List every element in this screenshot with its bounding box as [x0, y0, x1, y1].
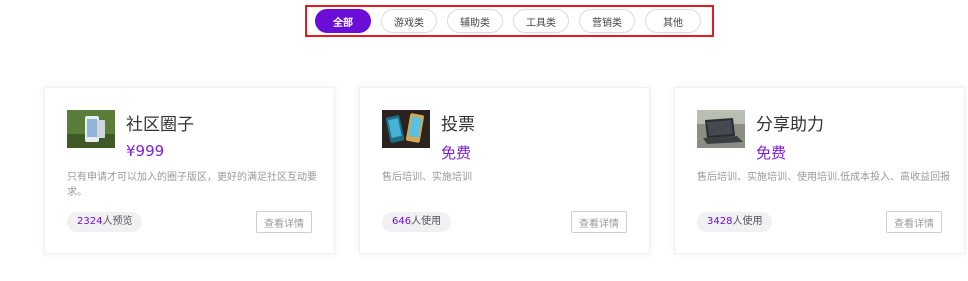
- card-title: 分享助力: [756, 115, 824, 135]
- card-price: ¥999: [126, 142, 165, 160]
- usage-suffix: 人预览: [102, 216, 133, 227]
- view-details-button[interactable]: 查看详情: [571, 211, 627, 233]
- usage-count: 646: [392, 216, 412, 227]
- thumbnail-image: [67, 110, 115, 148]
- usage-badge: 3428人使用: [697, 212, 773, 232]
- tab-marketing[interactable]: 营销类: [579, 9, 635, 33]
- usage-badge: 646人使用: [382, 212, 452, 232]
- tab-all[interactable]: 全部: [315, 9, 371, 33]
- usage-badge: 2324人预览: [67, 212, 143, 232]
- plugin-card-vote: 投票 免费 售后培训、实施培训 646人使用 查看详情: [359, 87, 650, 254]
- plugin-card-community: 社区圈子 ¥999 只有申请才可以加入的圈子版区，更好的满足社区互动要求。 23…: [44, 87, 335, 254]
- tab-other[interactable]: 其他: [645, 9, 701, 33]
- tab-assist[interactable]: 辅助类: [447, 9, 503, 33]
- plugin-card-share-assist: 分享助力 免费 售后培训、实施培训、使用培训.低成本投入、高收益回报 3428人…: [674, 87, 965, 254]
- card-description: 售后培训、实施培训: [382, 172, 472, 183]
- card-price: 免费: [756, 144, 787, 162]
- view-details-button[interactable]: 查看详情: [256, 211, 312, 233]
- thumbnail-image: [697, 110, 745, 148]
- usage-count: 2324: [77, 216, 103, 227]
- usage-suffix: 人使用: [732, 216, 763, 227]
- card-title: 社区圈子: [126, 115, 194, 135]
- usage-count: 3428: [707, 216, 733, 227]
- card-title: 投票: [441, 115, 475, 135]
- tab-games[interactable]: 游戏类: [381, 9, 437, 33]
- card-description: 只有申请才可以加入的圈子版区，更好的满足社区互动要求。: [67, 172, 317, 198]
- category-tab-bar: 全部 游戏类 辅助类 工具类 营销类 其他: [305, 5, 714, 37]
- usage-suffix: 人使用: [411, 216, 442, 227]
- view-details-button[interactable]: 查看详情: [886, 211, 942, 233]
- card-description: 售后培训、实施培训、使用培训.低成本投入、高收益回报: [697, 172, 951, 183]
- thumbnail-image: [382, 110, 430, 148]
- card-price: 免费: [441, 144, 472, 162]
- tab-tools[interactable]: 工具类: [513, 9, 569, 33]
